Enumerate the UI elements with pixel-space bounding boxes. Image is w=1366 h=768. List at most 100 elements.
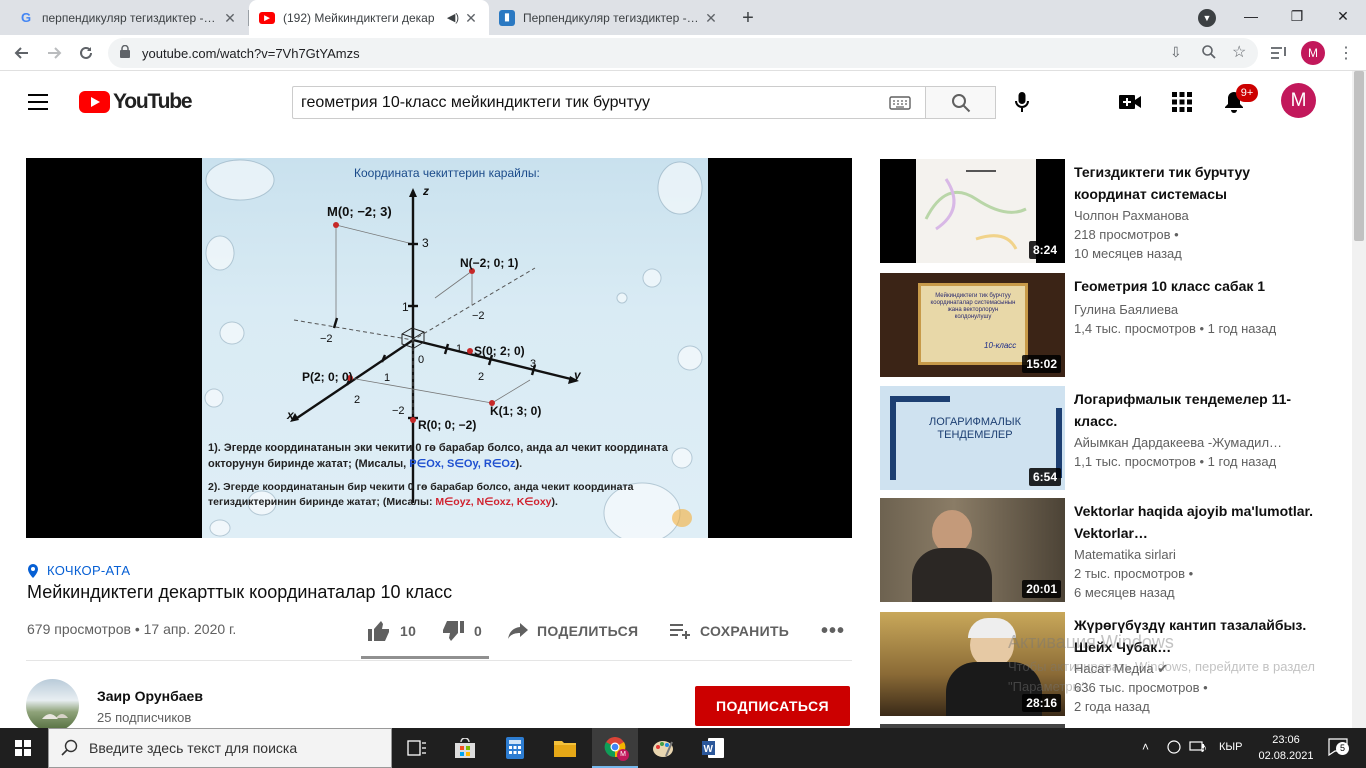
related-video[interactable]: ЛОГАРИФМАЛЫК ТЕНДЕМЕЛЕР 6:54 Логарифмалы… xyxy=(880,386,1340,490)
action-center-icon[interactable]: 5 xyxy=(1328,738,1349,759)
apps-grid-icon[interactable] xyxy=(1167,87,1197,117)
related-title[interactable]: Логарифмалык тендемелер 11-класс. xyxy=(1074,388,1314,432)
new-tab-button[interactable]: + xyxy=(736,6,760,30)
svg-text:W: W xyxy=(704,744,714,755)
channel-avatar[interactable] xyxy=(26,679,79,732)
rule-1-end: ). xyxy=(515,458,523,470)
minimize-button[interactable]: — xyxy=(1228,0,1274,32)
file-explorer-icon[interactable] xyxy=(542,728,588,768)
related-title[interactable]: Vektorlar haqida ajoyib ma'lumotlar. Vek… xyxy=(1074,500,1314,544)
tab-title: Перпендикуляр тегиздиктер - Пр xyxy=(523,10,699,25)
subscribe-button[interactable]: ПОДПИСАТЬСЯ xyxy=(695,686,850,726)
like-button[interactable]: 10 xyxy=(367,619,416,643)
tab-google-search[interactable]: G перпендикуляр тегиздиктер - Goo ✕ xyxy=(8,0,248,35)
chrome-taskbar-icon[interactable]: M xyxy=(592,728,638,768)
logo-text: YouTube xyxy=(113,90,193,113)
share-button[interactable]: ПОДЕЛИТЬСЯ xyxy=(507,619,638,643)
related-channel[interactable]: Айымкан Дардакеева -Жумадил… xyxy=(1074,433,1314,452)
reload-icon[interactable] xyxy=(72,39,100,67)
thumb-caption: ЛОГАРИФМАЛЫК ТЕНДЕМЕЛЕР xyxy=(928,416,1022,441)
hamburger-menu-icon[interactable] xyxy=(26,91,50,118)
profile-avatar[interactable]: M xyxy=(1301,41,1325,65)
search-button[interactable] xyxy=(925,86,996,119)
calculator-icon[interactable] xyxy=(492,728,538,768)
task-view-icon[interactable] xyxy=(394,728,440,768)
related-channel[interactable]: Гулина Баялиева xyxy=(1074,300,1314,319)
activation-watermark-text: Чтобы активировать Windows, перейдите в … xyxy=(1008,659,1315,694)
related-title[interactable]: Геометрия 10 класс сабак 1 xyxy=(1074,275,1314,297)
tick-y2: 2 xyxy=(478,371,485,383)
tick-origin: 0 xyxy=(418,354,425,366)
location-tag[interactable]: КОЧКОР-АТА xyxy=(27,563,130,578)
install-icon[interactable]: ⇩ xyxy=(1170,44,1182,61)
related-video[interactable]: Мейкиндиктеги тик бурчтуу координаталар … xyxy=(880,273,1340,377)
zoom-icon[interactable] xyxy=(1201,44,1217,65)
dislike-button[interactable]: 0 xyxy=(441,619,482,643)
page-scrollbar[interactable] xyxy=(1352,71,1366,728)
video-thumbnail[interactable]: 8:24 xyxy=(880,159,1065,263)
reading-list-icon[interactable] xyxy=(1265,39,1293,67)
scrollbar-thumb[interactable] xyxy=(1354,71,1364,241)
speaker-icon[interactable]: ◀) xyxy=(447,11,459,24)
language-indicator[interactable]: КЫР xyxy=(1219,741,1242,753)
microphone-icon[interactable] xyxy=(1007,87,1037,117)
close-icon[interactable]: ✕ xyxy=(222,10,238,26)
tab-youtube[interactable]: ▶ (192) Мейкиндиктеги декар ◀) ✕ xyxy=(249,0,489,35)
yurt-landscape-icon xyxy=(42,714,68,719)
tick-y1: 1 xyxy=(456,343,463,355)
taskbar-search-input[interactable]: Введите здесь текст для поиска xyxy=(48,728,392,768)
related-views: 1,4 тыс. просмотров • 1 год назад xyxy=(1074,321,1277,336)
related-age: 2 года назад xyxy=(1074,699,1150,714)
lock-icon[interactable] xyxy=(120,44,130,63)
account-avatar[interactable]: M xyxy=(1281,83,1316,118)
clock[interactable]: 23:06 02.08.2021 xyxy=(1256,732,1316,764)
create-video-icon[interactable] xyxy=(1115,87,1145,117)
profile-badge: M xyxy=(617,749,629,761)
close-icon[interactable]: ✕ xyxy=(703,10,719,26)
start-button[interactable] xyxy=(0,728,46,768)
save-button[interactable]: СОХРАНИТЬ xyxy=(669,619,789,643)
rule-2-examples: M∈oyz, N∈oxz, K∈oxy xyxy=(435,496,552,508)
paint-icon[interactable] xyxy=(640,728,686,768)
restore-button[interactable]: ❐ xyxy=(1274,0,1320,32)
close-icon[interactable]: ✕ xyxy=(463,10,479,26)
video-frame-slide: Координата чекиттерин карайлы: M(0; −2; … xyxy=(202,158,708,538)
related-channel[interactable]: Чолпон Рахманова xyxy=(1074,206,1314,225)
thumb-subcaption: 10-класс xyxy=(984,341,1017,350)
volume-icon[interactable]: ♪ xyxy=(1200,739,1207,755)
close-window-button[interactable]: ✕ xyxy=(1320,0,1366,32)
youtube-logo[interactable]: YouTube xyxy=(79,90,193,114)
video-thumbnail[interactable]: Мейкиндиктеги тик бурчтуу координаталар … xyxy=(880,273,1065,377)
share-label: ПОДЕЛИТЬСЯ xyxy=(537,623,639,639)
thumb-caption: Мейкиндиктеги тик бурчтуу координаталар … xyxy=(930,293,1016,320)
tab-strip: G перпендикуляр тегиздиктер - Goo ✕ ▶ (1… xyxy=(0,0,1366,35)
taskbar-search-placeholder: Введите здесь текст для поиска xyxy=(89,740,298,756)
tick-neg2-z: −2 xyxy=(392,405,405,417)
keyboard-icon[interactable] xyxy=(889,95,911,116)
back-icon[interactable] xyxy=(8,39,36,67)
search-input[interactable]: геометрия 10-класс мейкиндиктеги тик бур… xyxy=(292,86,925,119)
related-channel[interactable]: Matematika sirlari xyxy=(1074,545,1314,564)
related-video[interactable]: 20:01 Vektorlar haqida ajoyib ma'lumotla… xyxy=(880,498,1340,602)
video-thumbnail[interactable]: ЛОГАРИФМАЛЫК ТЕНДЕМЕЛЕР 6:54 xyxy=(880,386,1065,490)
related-title[interactable]: Тегиздиктеги тик бурчтуу координат систе… xyxy=(1074,161,1314,205)
word-icon[interactable]: W xyxy=(690,728,736,768)
more-actions-icon[interactable]: ••• xyxy=(821,619,845,643)
tab-search-icon[interactable]: ▼ xyxy=(1198,9,1216,27)
address-bar[interactable]: youtube.com/watch?v=7Vh7GtYAmzs ⇩ ☆ xyxy=(108,38,1258,68)
rule-2-end: ). xyxy=(551,496,558,508)
book-icon: ▮ xyxy=(499,9,515,26)
channel-name[interactable]: Заир Орунбаев xyxy=(97,688,203,704)
network-icon[interactable] xyxy=(1166,740,1182,757)
google-icon: G xyxy=(20,10,32,25)
show-hidden-icons[interactable]: ˄ xyxy=(1142,740,1149,754)
video-player[interactable]: Координата чекиттерин карайлы: M(0; −2; … xyxy=(26,158,852,538)
tab-perpendicular[interactable]: ▮ Перпендикуляр тегиздиктер - Пр ✕ xyxy=(489,0,729,35)
related-video[interactable]: 8:24 Тегиздиктеги тик бурчтуу координат … xyxy=(880,159,1340,263)
menu-dots-icon[interactable]: ⋮ xyxy=(1332,39,1360,67)
store-icon[interactable] xyxy=(442,728,488,768)
bookmark-star-icon[interactable]: ☆ xyxy=(1232,42,1246,62)
video-thumbnail[interactable]: 20:01 xyxy=(880,498,1065,602)
forward-icon[interactable] xyxy=(40,39,68,67)
related-age: 10 месяцев назад xyxy=(1074,246,1182,261)
